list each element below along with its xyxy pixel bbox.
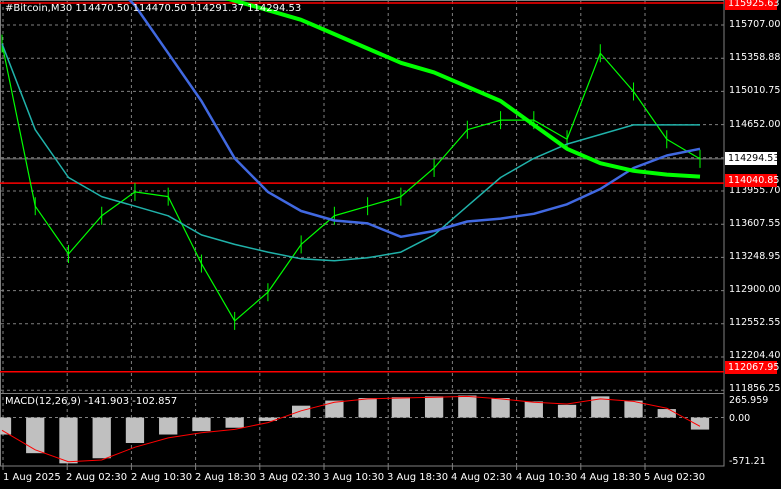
macd-signal-value: -102.857 xyxy=(132,396,178,407)
macd-histogram-bar xyxy=(424,396,444,418)
macd-histogram-bar xyxy=(491,398,510,418)
price-segment xyxy=(134,191,169,198)
macd-histogram-bar xyxy=(26,417,45,454)
macd-histogram-bar xyxy=(690,417,710,430)
price-segment xyxy=(400,167,435,198)
price-tick: 115358.88 xyxy=(729,52,781,63)
macd-histogram-bar xyxy=(657,409,676,418)
time-tick: 3 Aug 02:30 xyxy=(259,472,321,483)
time-tick: 2 Aug 10:30 xyxy=(131,472,193,483)
time-tick: 4 Aug 10:30 xyxy=(516,472,578,483)
ma-fast-line xyxy=(1,43,700,262)
price-tick: 113248.95 xyxy=(729,251,781,262)
chart-symbol-label: #Bitcoin,M30 xyxy=(5,3,73,14)
price-tick: 112204.40 xyxy=(729,350,781,361)
macd-tick: 265.959 xyxy=(729,395,769,406)
macd-label: MACD(12,26,9) xyxy=(5,396,81,407)
macd-histogram-bar xyxy=(458,395,477,418)
price-tick: 114652.00 xyxy=(729,119,781,130)
time-tick: 5 Aug 02:30 xyxy=(644,472,706,483)
time-tick: 3 Aug 18:30 xyxy=(387,472,449,483)
chart-canvas[interactable] xyxy=(0,0,781,489)
macd-tick: 0.00 xyxy=(729,413,751,424)
macd-tick: -571.21 xyxy=(729,456,766,467)
price-segment xyxy=(367,196,402,207)
macd-histogram-bar xyxy=(358,398,377,418)
ma-mid-line xyxy=(127,0,701,239)
time-tick: 4 Aug 02:30 xyxy=(451,472,513,483)
time-tick: 3 Aug 10:30 xyxy=(323,472,385,483)
price-segment xyxy=(101,191,136,217)
price-segment xyxy=(200,263,236,322)
macd-histogram-bar xyxy=(325,400,344,418)
price-segment xyxy=(1,43,36,207)
macd-histogram-bar xyxy=(524,401,543,418)
macd-histogram-bar xyxy=(192,417,211,432)
ma-slow-line xyxy=(225,0,701,179)
macd-histogram-bar xyxy=(225,417,244,428)
chart-window[interactable]: #Bitcoin,M30 114470.50 114470.50 114291.… xyxy=(0,0,781,489)
price-tick: 115010.75 xyxy=(729,85,781,96)
price-segment xyxy=(234,291,269,322)
macd-histogram-bar xyxy=(292,405,311,418)
price-segment xyxy=(267,244,302,293)
price-tick: 112900.00 xyxy=(729,284,781,295)
macd-header: MACD(12,26,9) -141.903 -102.857 xyxy=(5,396,177,407)
price-tick: 113607.55 xyxy=(729,218,781,229)
time-tick: 1 Aug 2025 xyxy=(3,472,61,483)
current-price-badge: 114294.53 xyxy=(725,152,779,165)
price-segment xyxy=(334,205,368,217)
ohlc-values: 114470.50 114470.50 114291.37 114294.53 xyxy=(75,3,302,14)
time-tick: 2 Aug 18:30 xyxy=(195,472,257,483)
price-segment xyxy=(167,196,202,264)
macd-histogram-bar xyxy=(391,397,410,418)
macd-histogram-bar xyxy=(557,404,577,418)
macd-histogram-bar xyxy=(125,417,145,443)
price-segment xyxy=(68,215,103,255)
middle-level-badge: 114040.85 xyxy=(725,174,779,187)
price-tick: 115707.00 xyxy=(729,19,781,30)
price-segment xyxy=(633,91,668,140)
price-segment xyxy=(34,205,69,255)
macd-histogram-bar xyxy=(92,417,111,459)
price-tick: 112552.55 xyxy=(729,317,781,328)
price-segment xyxy=(433,129,468,169)
time-tick: 2 Aug 02:30 xyxy=(66,472,128,483)
price-segment xyxy=(566,53,601,140)
time-tick: 4 Aug 18:30 xyxy=(580,472,642,483)
lower-level-badge: 112067.95 xyxy=(725,361,779,374)
upper-level-badge: 115925.63 xyxy=(725,0,779,10)
macd-main-value: -141.903 xyxy=(84,396,130,407)
price-tick: 111856.25 xyxy=(729,383,781,394)
macd-histogram-bar xyxy=(159,417,178,435)
price-segment xyxy=(599,52,634,92)
chart-header: #Bitcoin,M30 114470.50 114470.50 114291.… xyxy=(5,3,301,14)
price-scale[interactable]: 115707.00 115358.88 115010.75 114652.00 … xyxy=(725,0,781,489)
macd-histogram-bar xyxy=(59,417,78,464)
